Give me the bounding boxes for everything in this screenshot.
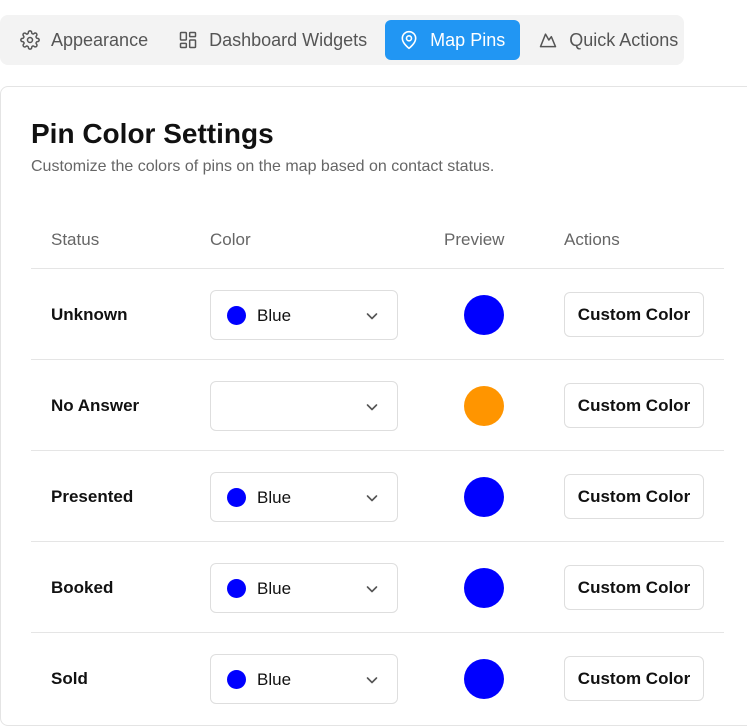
header-actions: Actions [564,230,620,249]
custom-color-button[interactable]: Custom Color [564,292,704,337]
table-row: No Answer Custom Color [31,360,724,451]
custom-color-button[interactable]: Custom Color [564,383,704,428]
status-label: Sold [51,669,88,688]
tab-label: Appearance [51,29,149,50]
chevron-down-icon [366,677,378,684]
chevron-down-icon [366,313,378,320]
tab-dashboard-widgets[interactable]: Dashboard Widgets [166,20,379,60]
page-subtitle: Customize the colors of pins on the map … [31,158,495,175]
chevron-down-icon [366,586,378,593]
header-preview: Preview [444,230,505,249]
color-swatch [227,670,246,689]
table-row: Presented Blue Custom Color [31,451,724,542]
color-swatch [227,488,246,507]
table-header: Status Color Preview Actions [31,218,724,269]
chevron-down-icon [366,495,378,502]
map-pin-icon [401,30,417,50]
tab-label: Map Pins [430,29,506,50]
tab-quick-actions[interactable]: Quick Actions [526,20,690,60]
tab-map-pins[interactable]: Map Pins [385,20,521,60]
color-select-value: Blue [257,488,292,507]
color-select-value: Blue [257,579,292,598]
pin-preview [464,659,504,699]
header-color: Color [210,230,251,249]
tab-label: Dashboard Widgets [209,29,368,50]
pin-preview [464,386,504,426]
chevron-down-icon [366,404,378,411]
pin-preview [464,477,504,517]
status-label: Booked [51,578,114,597]
color-select[interactable]: Blue [210,290,398,340]
widgets-grid-icon [179,31,197,49]
pin-preview [464,295,504,335]
color-select[interactable] [210,381,398,431]
custom-color-button[interactable]: Custom Color [564,565,704,610]
status-label: No Answer [51,396,140,415]
pin-preview [464,568,504,608]
tab-label: Quick Actions [569,29,679,50]
color-select[interactable]: Blue [210,472,398,522]
status-label: Presented [51,487,134,506]
custom-color-button[interactable]: Custom Color [564,656,704,701]
table-row: Sold Blue Custom Color [31,633,724,724]
color-select[interactable]: Blue [210,563,398,613]
tab-appearance[interactable]: Appearance [8,20,160,60]
gear-icon [20,30,40,50]
custom-color-button[interactable]: Custom Color [564,474,704,519]
color-swatch [227,579,246,598]
mountain-icon [539,33,557,48]
color-swatch [227,306,246,325]
settings-tab-bar: Appearance Dashboard Widgets Map Pins Qu… [0,15,684,65]
color-select-value: Blue [257,306,292,325]
table-row: Booked Blue Custom Color [31,542,724,633]
page-title: Pin Color Settings [31,118,274,149]
color-swatch [227,397,246,416]
status-label: Unknown [51,305,128,324]
color-select[interactable]: Blue [210,654,398,704]
color-select-value: Blue [257,670,292,689]
header-status: Status [51,230,100,249]
table-row: Unknown Blue Custom Color [31,269,724,360]
